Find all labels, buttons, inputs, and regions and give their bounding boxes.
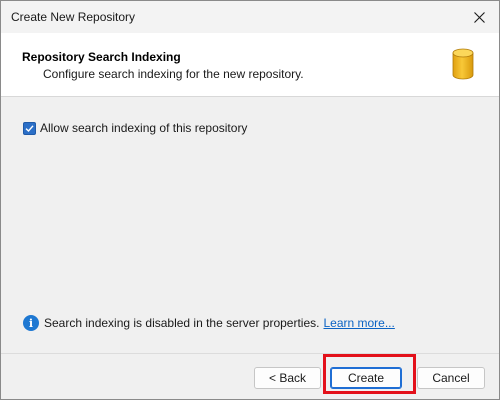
dialog-window: Create New Repository Repository Search … bbox=[0, 0, 500, 400]
close-icon bbox=[473, 11, 485, 23]
search-indexing-label[interactable]: Allow search indexing of this repository bbox=[40, 121, 247, 135]
window-title: Create New Repository bbox=[11, 10, 136, 24]
database-icon bbox=[452, 48, 474, 80]
header-subtitle: Configure search indexing for the new re… bbox=[43, 67, 304, 81]
footer-divider bbox=[1, 353, 499, 354]
title-bar: Create New Repository bbox=[1, 1, 499, 33]
checkmark-icon bbox=[25, 124, 34, 132]
header-title: Repository Search Indexing bbox=[22, 50, 181, 64]
create-button[interactable]: Create bbox=[330, 367, 402, 389]
learn-more-link[interactable]: Learn more... bbox=[323, 316, 394, 330]
info-text: Search indexing is disabled in the serve… bbox=[44, 316, 320, 330]
search-indexing-checkbox[interactable] bbox=[23, 121, 36, 135]
info-message: i Search indexing is disabled in the ser… bbox=[23, 315, 395, 331]
wizard-header: Repository Search Indexing Configure sea… bbox=[1, 33, 499, 97]
info-icon: i bbox=[23, 315, 39, 331]
search-indexing-option[interactable]: Allow search indexing of this repository bbox=[23, 121, 247, 135]
cancel-button[interactable]: Cancel bbox=[417, 367, 485, 389]
close-button[interactable] bbox=[459, 1, 499, 33]
back-button[interactable]: < Back bbox=[254, 367, 321, 389]
